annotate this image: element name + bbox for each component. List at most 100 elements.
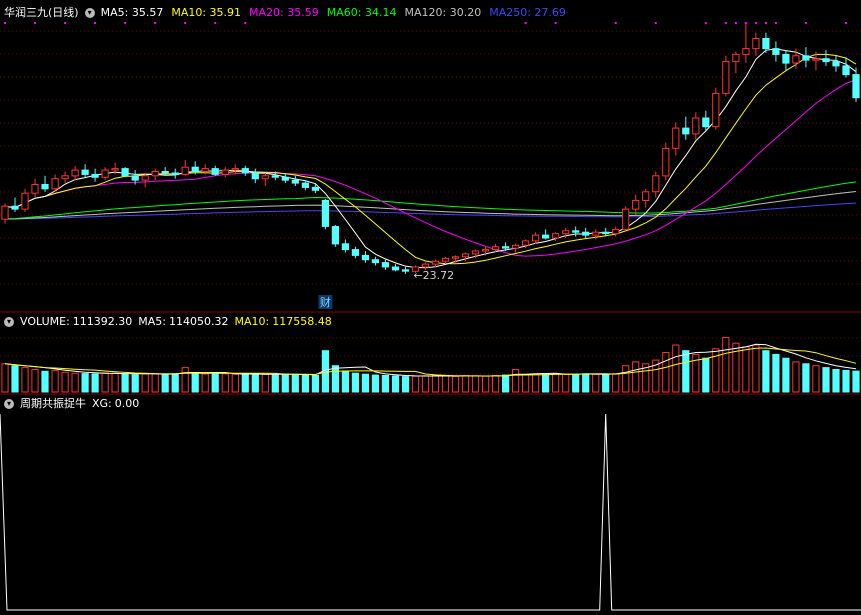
volume-bar-up (732, 342, 740, 393)
volume-bar-up (261, 373, 269, 393)
candle-down (371, 259, 379, 264)
candle-up (181, 166, 189, 175)
candle-up (652, 175, 660, 193)
signal-dot (94, 22, 97, 24)
event-marker: 财 (320, 295, 331, 309)
candle-down (251, 172, 259, 180)
signal-dot (154, 22, 157, 24)
volume-bar-down (91, 373, 99, 393)
candle-down (602, 231, 610, 235)
ma20-line (4, 79, 857, 257)
candle-up (812, 58, 820, 61)
candle-up (792, 55, 800, 64)
volume-bar-up (592, 373, 600, 393)
volume-bar-down (351, 372, 359, 393)
candle-down (361, 254, 369, 261)
candle-down (351, 249, 359, 256)
signal-dot (734, 22, 737, 24)
candle-down (502, 246, 510, 249)
volume-bar-down (121, 373, 129, 393)
candle-up (221, 169, 229, 175)
volume-bar-down (211, 372, 219, 393)
candle-up (482, 249, 490, 252)
candle-up (101, 169, 109, 178)
candle-up (471, 250, 480, 255)
signal-dot (744, 22, 747, 24)
signal-dot (764, 22, 767, 24)
candle-down (822, 58, 830, 63)
volume-bar-up (441, 375, 450, 393)
candle-up (642, 191, 650, 202)
candle-down (762, 38, 770, 50)
volume-bar-down (311, 375, 319, 393)
candle-up (61, 175, 69, 180)
candle-down (391, 266, 400, 271)
candle-up (31, 184, 39, 194)
candle-down (271, 175, 279, 178)
volume-bar-down (702, 357, 710, 393)
signal-dot (614, 22, 617, 24)
candle-up (441, 257, 450, 262)
kline-chart[interactable]: ←23.72 财 (0, 0, 861, 615)
volume-bar-up (632, 361, 640, 393)
volume-bar-down (542, 373, 550, 393)
candle-up (492, 246, 500, 251)
volume-bar-up (221, 373, 229, 393)
volume-bar-down (822, 367, 830, 393)
signal-dot (4, 22, 7, 24)
candle-down (572, 230, 580, 233)
candle-down (401, 269, 410, 272)
volume-bar-up (431, 375, 440, 393)
candle-up (201, 168, 209, 173)
candle-up (1, 205, 9, 220)
volume-bar-down (251, 373, 259, 393)
volume-bar-down (401, 376, 410, 393)
volume-bar-up (151, 373, 159, 393)
volume-bar-down (11, 365, 19, 393)
volume-bar-up (662, 352, 670, 393)
candle-up (722, 61, 730, 94)
candle-up (672, 127, 680, 149)
volume-bar-up (612, 373, 620, 393)
candle-up (612, 228, 620, 235)
volume-bar-up (51, 369, 59, 393)
candle-down (191, 166, 199, 172)
signal-dot (844, 22, 847, 24)
volume-bar-up (812, 365, 820, 393)
candle-down (852, 74, 860, 99)
candle-down (131, 175, 139, 181)
volume-bar-down (241, 374, 249, 393)
volume-bar-down (361, 373, 369, 393)
signal-dot (554, 22, 557, 24)
candle-down (802, 55, 810, 61)
ma60-line (4, 181, 857, 220)
volume-bar-down (331, 365, 339, 393)
volume-bar-down (572, 374, 580, 393)
candle-down (341, 243, 349, 251)
candle-up (111, 168, 119, 171)
volume-bar-up (461, 375, 470, 393)
candle-up (592, 231, 600, 236)
volume-bar-up (421, 375, 430, 393)
candle-up (742, 48, 750, 55)
candle-down (832, 61, 840, 67)
volume-bar-down (291, 374, 299, 393)
candle-down (301, 182, 309, 188)
volume-bar-down (852, 370, 860, 393)
volume-bar-down (762, 350, 770, 393)
candle-up (421, 263, 430, 268)
candle-up (662, 147, 670, 177)
candle-down (702, 117, 710, 128)
candle-down (381, 262, 389, 268)
volume-bar-up (672, 344, 680, 393)
volume-bar-down (381, 375, 389, 393)
candle-down (291, 179, 299, 184)
candle-down (171, 172, 179, 175)
signal-dot (774, 22, 777, 24)
low-price-annotation: ←23.72 (413, 269, 454, 282)
volume-bar-down (191, 373, 199, 393)
signal-dot (184, 22, 187, 24)
candle-down (772, 48, 780, 55)
candle-up (752, 38, 760, 50)
volume-bar-up (512, 369, 520, 393)
